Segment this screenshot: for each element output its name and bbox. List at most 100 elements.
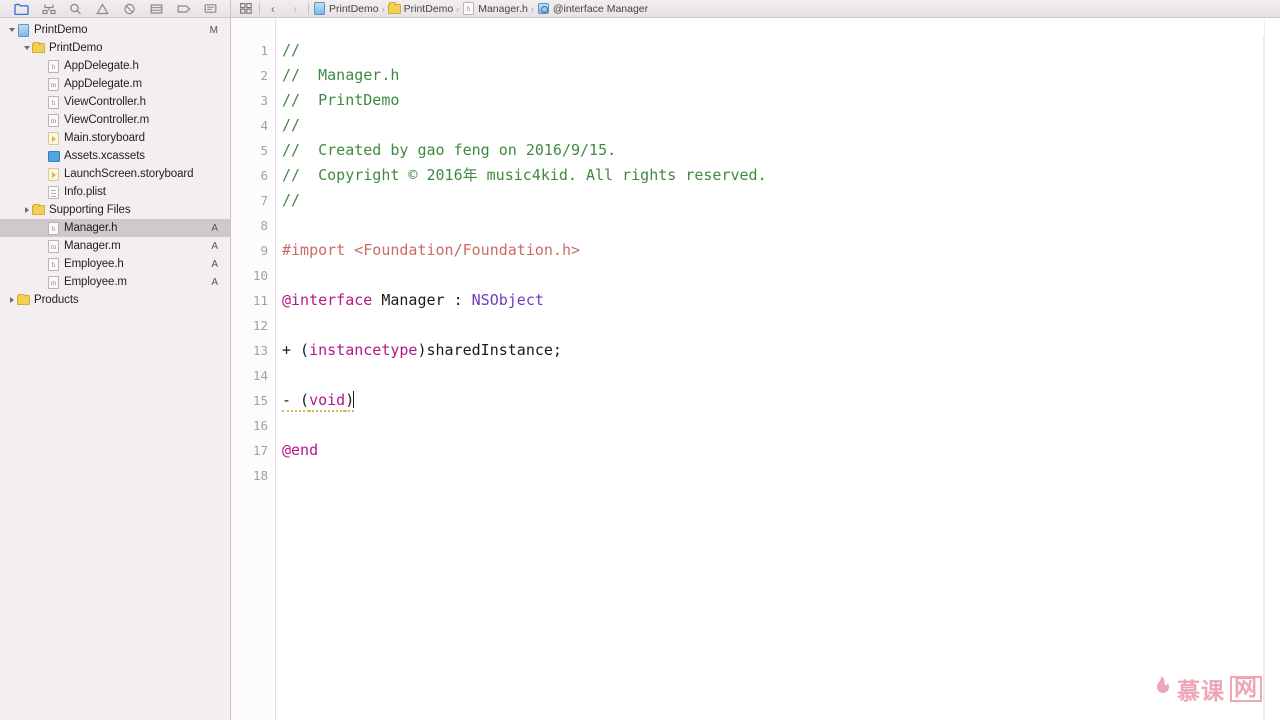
report-navigator-icon[interactable] (197, 1, 224, 17)
folder-icon (32, 41, 45, 55)
issue-navigator-icon[interactable] (116, 1, 143, 17)
code-line[interactable] (282, 413, 1280, 438)
gutter-line[interactable]: 13 (231, 338, 275, 363)
code-line[interactable]: // PrintDemo (282, 88, 1280, 113)
file-tree-row[interactable]: m Manager.m A (0, 237, 230, 255)
gutter-line[interactable]: 10 (231, 263, 275, 288)
source-control-navigator-icon[interactable] (35, 1, 62, 17)
breadcrumb-item[interactable]: PrintDemo (386, 2, 456, 15)
file-tree-row[interactable]: PrintDemo M (0, 21, 230, 39)
scm-status-badge: M (209, 24, 218, 36)
file-tree-row[interactable]: PrintDemo (0, 39, 230, 57)
symbol-navigator-icon[interactable] (62, 1, 89, 17)
line-number-gutter[interactable]: 12345678910111213141516!1718 (231, 18, 276, 720)
gutter-line[interactable]: 14 (231, 363, 275, 388)
file-name-label: PrintDemo (49, 42, 103, 54)
file-tree-row[interactable]: Supporting Files (0, 201, 230, 219)
source-code-text[interactable]: // // Manager.h // PrintDemo // // Created b… (276, 18, 1280, 720)
file-tree-row[interactable]: m Employee.m A (0, 273, 230, 291)
related-items-icon[interactable] (235, 1, 257, 17)
gutter-line[interactable]: 18 (231, 463, 275, 488)
gutter-line[interactable]: 15 (231, 388, 275, 413)
disclosure-triangle-icon[interactable] (21, 43, 32, 54)
breadcrumb-item[interactable]: @interface Manager (535, 2, 650, 15)
file-tree-row[interactable]: Products (0, 291, 230, 309)
code-line[interactable] (282, 213, 1280, 238)
file-name-label: Supporting Files (49, 204, 131, 216)
disclosure-triangle-icon[interactable] (6, 295, 17, 306)
header-file-icon: h (47, 59, 60, 73)
disclosure-triangle-icon[interactable] (21, 205, 32, 216)
line-number: 2 (260, 68, 268, 83)
code-token: // Created by gao feng on 2016/9/15. (282, 141, 617, 159)
gutter-line[interactable]: 4 (231, 113, 275, 138)
code-line[interactable]: @interface Manager : NSObject (282, 288, 1280, 313)
file-tree-row[interactable]: h AppDelegate.h (0, 57, 230, 75)
file-tree-row[interactable]: Assets.xcassets (0, 147, 230, 165)
gutter-line[interactable]: 11 (231, 288, 275, 313)
file-tree-row[interactable]: m AppDelegate.m (0, 75, 230, 93)
scm-status-badge: A (211, 258, 218, 270)
code-line[interactable] (282, 363, 1280, 388)
file-tree-row[interactable]: LaunchScreen.storyboard (0, 165, 230, 183)
implementation-file-icon: m (47, 113, 60, 127)
file-tree-row[interactable]: Main.storyboard (0, 129, 230, 147)
code-line[interactable] (282, 313, 1280, 338)
debug-navigator-icon[interactable] (170, 1, 197, 17)
gutter-line[interactable]: 9 (231, 238, 275, 263)
code-line[interactable] (282, 263, 1280, 288)
file-tree[interactable]: PrintDemo M PrintDemo h AppDelegate.h m AppDel… (0, 18, 230, 720)
disclosure-triangle-icon[interactable] (6, 25, 17, 36)
project-navigator-icon[interactable] (8, 1, 35, 17)
line-number: 11 (252, 293, 268, 308)
find-navigator-icon[interactable] (89, 1, 116, 17)
gutter-line[interactable]: 3 (231, 88, 275, 113)
file-name-label: ViewController.h (64, 96, 146, 108)
navigate-forward-button[interactable]: › (284, 1, 306, 17)
file-tree-row[interactable]: Info.plist (0, 183, 230, 201)
code-line[interactable]: #import <Foundation/Foundation.h> (282, 238, 1280, 263)
code-line[interactable]: // (282, 38, 1280, 63)
gutter-line[interactable]: 7 (231, 188, 275, 213)
test-navigator-icon[interactable] (143, 1, 170, 17)
file-tree-row[interactable]: m ViewController.m (0, 111, 230, 129)
gutter-line[interactable]: 12 (231, 313, 275, 338)
project-file-icon (313, 2, 326, 15)
storyboard-icon (47, 131, 60, 145)
storyboard-icon (47, 167, 60, 181)
file-tree-row[interactable]: h Employee.h A (0, 255, 230, 273)
file-tree-row[interactable]: h ViewController.h (0, 93, 230, 111)
assets-catalog-icon (47, 150, 60, 163)
gutter-line[interactable]: 16 (231, 413, 275, 438)
line-number: 12 (252, 318, 268, 333)
line-number: 10 (252, 268, 268, 283)
code-line[interactable]: // Copyright © 2016年 music4kid. All righ… (282, 163, 1280, 188)
code-line[interactable]: // (282, 188, 1280, 213)
gutter-line[interactable]: 6 (231, 163, 275, 188)
code-line[interactable]: // Created by gao feng on 2016/9/15. (282, 138, 1280, 163)
gutter-line[interactable]: 2 (231, 63, 275, 88)
code-line[interactable]: // (282, 113, 1280, 138)
gutter-line[interactable]: !17 (231, 438, 275, 463)
code-token: @end (282, 441, 319, 459)
code-token: Manager : (372, 291, 472, 309)
gutter-line[interactable]: 5 (231, 138, 275, 163)
code-line[interactable]: @end (282, 438, 1280, 463)
navigate-back-button[interactable]: ‹ (262, 1, 284, 17)
gutter-line[interactable]: 8 (231, 213, 275, 238)
breadcrumb-item[interactable]: h Manager.h (460, 2, 530, 15)
line-number: 9 (260, 243, 268, 258)
line-number: 5 (260, 143, 268, 158)
code-line[interactable]: // Manager.h (282, 63, 1280, 88)
code-editor[interactable]: 12345678910111213141516!1718 //// Manage… (231, 18, 1280, 720)
line-number: 1 (260, 43, 268, 58)
file-tree-row[interactable]: h Manager.h A (0, 219, 230, 237)
code-line[interactable]: + (instancetype)sharedInstance; (282, 338, 1280, 363)
line-number: 18 (252, 468, 268, 483)
code-line[interactable]: - (void) (282, 388, 1280, 413)
breadcrumb-item[interactable]: PrintDemo (311, 2, 381, 15)
code-line[interactable] (282, 463, 1280, 488)
gutter-line[interactable]: 1 (231, 38, 275, 63)
